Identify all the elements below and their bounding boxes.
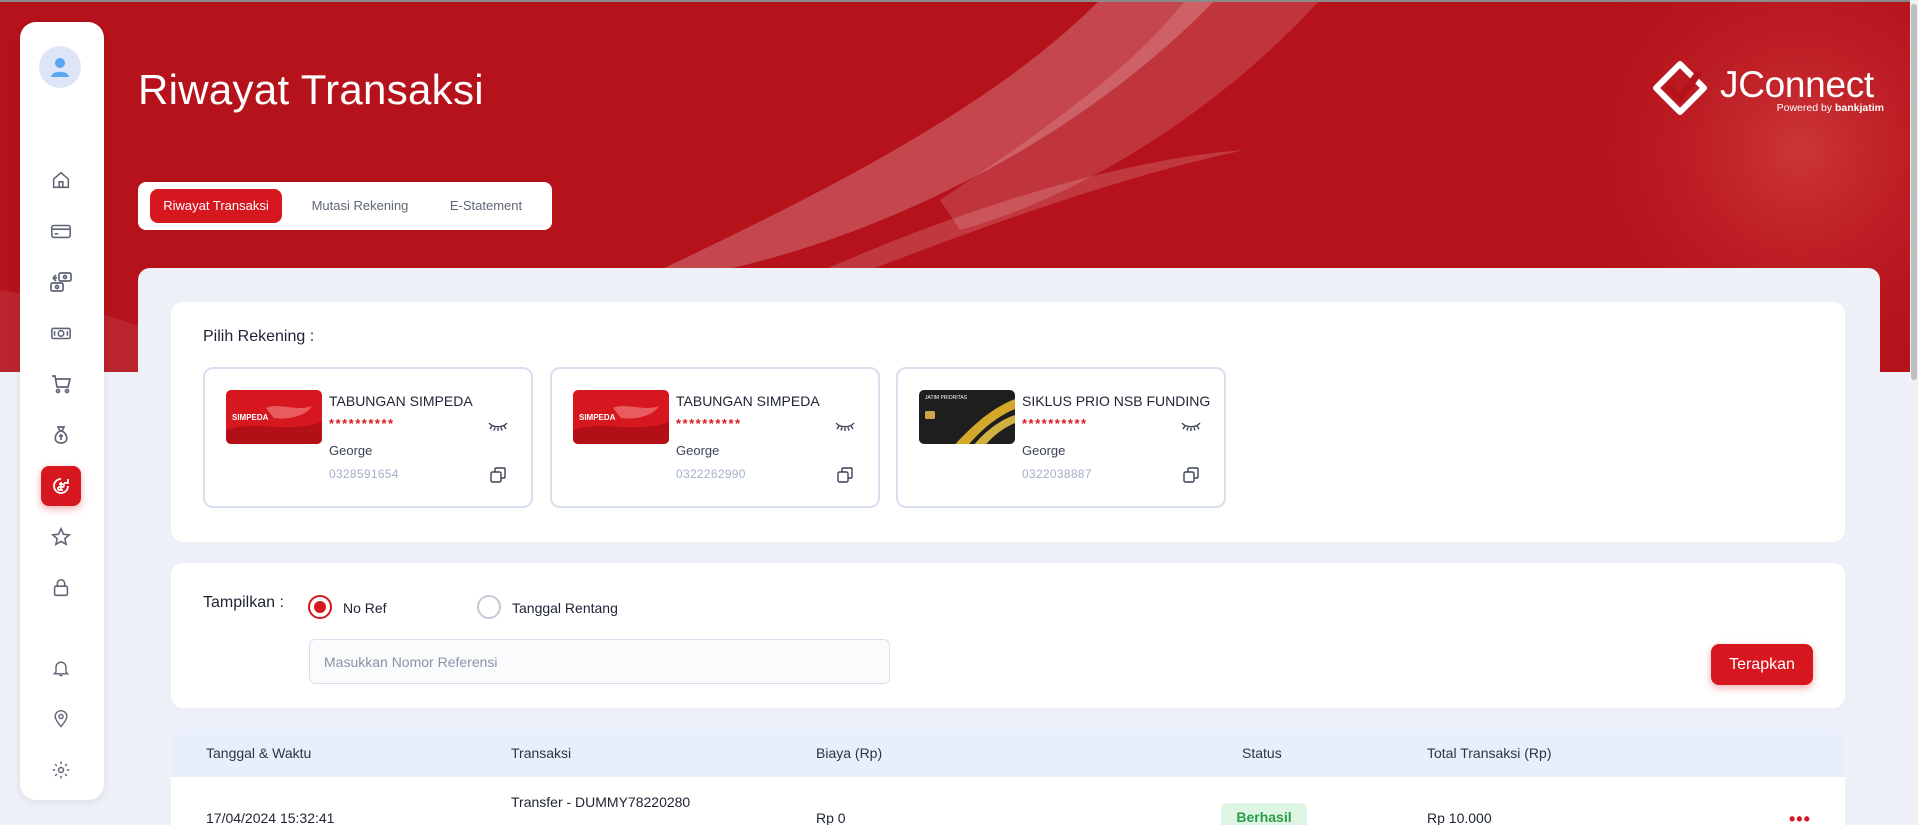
- account-balance-masked: **********: [676, 416, 742, 431]
- jconnect-logo-icon: [1653, 61, 1707, 115]
- tab-mutasi-rekening[interactable]: Mutasi Rekening: [294, 189, 426, 223]
- radio-no-ref-label[interactable]: No Ref: [343, 600, 387, 616]
- simpeda-card-image: SIMPEDA: [226, 390, 322, 444]
- column-header-fee: Biaya (Rp): [816, 745, 883, 761]
- table-header: Tanggal & Waktu Transaksi Biaya (Rp) Sta…: [171, 729, 1845, 777]
- card-icon: [51, 224, 71, 239]
- home-icon: [52, 171, 70, 189]
- account-balance-masked: **********: [329, 416, 395, 431]
- radio-tanggal-rentang-label[interactable]: Tanggal Rentang: [512, 600, 618, 616]
- transfer-icon: [50, 272, 72, 292]
- bell-icon: [52, 661, 70, 677]
- account-balance-masked: **********: [1022, 416, 1088, 431]
- sidebar-item-security[interactable]: [41, 568, 81, 608]
- account-owner: George: [676, 443, 720, 458]
- column-header-status: Status: [1242, 745, 1282, 761]
- sidebar: [20, 22, 104, 800]
- cart-icon: [52, 375, 72, 394]
- column-header-datetime: Tanggal & Waktu: [206, 745, 312, 761]
- account-name: TABUNGAN SIMPEDA: [676, 393, 820, 409]
- sidebar-item-card[interactable]: [41, 211, 81, 251]
- avatar[interactable]: [39, 46, 81, 88]
- brand-name: JConnect: [1720, 64, 1874, 105]
- account-name: SIKLUS PRIO NSB FUNDING: [1022, 393, 1211, 409]
- cash-icon: [51, 327, 71, 340]
- radio-tanggal-rentang[interactable]: [477, 595, 501, 619]
- money-bag-icon: [54, 426, 68, 444]
- gear-icon: [52, 761, 70, 779]
- page-title: Riwayat Transaksi: [138, 66, 484, 113]
- card-brand-text: SIMPEDA: [232, 413, 269, 422]
- account-card[interactable]: SIMPEDA TABUNGAN SIMPEDA ********** Geor…: [203, 367, 533, 508]
- sidebar-item-notification[interactable]: [41, 648, 81, 688]
- card-brand-text: JATIM PRIORITAS: [925, 395, 968, 401]
- row-transaction: Transfer - DUMMY78220280: [511, 794, 691, 810]
- transaction-table: Tanggal & Waktu Transaksi Biaya (Rp) Sta…: [171, 729, 1845, 825]
- radio-no-ref[interactable]: [308, 595, 332, 619]
- card-brand-text: SIMPEDA: [579, 413, 616, 422]
- eye-closed-icon[interactable]: [1180, 417, 1202, 433]
- user-icon: [51, 58, 69, 77]
- brand-powered-by: Powered by bankjatim: [1776, 102, 1884, 114]
- sidebar-item-logout[interactable]: [41, 797, 81, 800]
- sidebar-item-cart[interactable]: [41, 364, 81, 404]
- sidebar-item-cash[interactable]: [41, 313, 81, 353]
- account-selector-label: Pilih Rekening :: [203, 328, 315, 345]
- sidebar-item-home[interactable]: [41, 160, 81, 200]
- tab-bar: Riwayat Transaksi Mutasi Rekening E-Stat…: [138, 182, 552, 230]
- prioritas-card-image: JATIM PRIORITAS: [919, 390, 1015, 444]
- filter-section: [171, 563, 1845, 708]
- row-total: Rp 10.000: [1427, 810, 1492, 825]
- transaction-history-icon: [53, 478, 69, 494]
- jconnect-logo: JConnect Powered by bankjatim: [1652, 60, 1884, 120]
- sidebar-item-location[interactable]: [41, 699, 81, 739]
- account-number: 0322262990: [676, 467, 746, 481]
- sidebar-item-savings[interactable]: [41, 415, 81, 455]
- star-icon: [50, 526, 72, 546]
- account-name: TABUNGAN SIMPEDA: [329, 393, 473, 409]
- lock-icon: [53, 578, 69, 597]
- account-card[interactable]: JATIM PRIORITAS SIKLUS PRIO NSB FUNDING …: [896, 367, 1226, 508]
- account-number: 0328591654: [329, 467, 399, 481]
- top-border: [0, 0, 1918, 2]
- tab-riwayat-transaksi[interactable]: Riwayat Transaksi: [150, 189, 282, 223]
- copy-icon[interactable]: [1182, 466, 1200, 484]
- sidebar-item-transfer[interactable]: [41, 262, 81, 302]
- copy-icon[interactable]: [836, 466, 854, 484]
- account-number: 0322038887: [1022, 467, 1092, 481]
- column-header-total: Total Transaksi (Rp): [1427, 745, 1552, 761]
- account-card[interactable]: SIMPEDA TABUNGAN SIMPEDA ********** Geor…: [550, 367, 880, 508]
- eye-closed-icon[interactable]: [834, 417, 856, 433]
- reference-number-input[interactable]: [309, 639, 890, 684]
- status-badge: Berhasil: [1221, 803, 1307, 825]
- tab-e-statement[interactable]: E-Statement: [430, 189, 542, 223]
- page-scrollbar-thumb[interactable]: [1911, 4, 1917, 380]
- account-owner: George: [329, 443, 373, 458]
- sidebar-item-favorite[interactable]: [41, 517, 81, 557]
- sidebar-item-settings[interactable]: [41, 750, 81, 790]
- row-more-options-icon[interactable]: •••: [1789, 809, 1811, 825]
- account-owner: George: [1022, 443, 1066, 458]
- row-fee: Rp 0: [816, 810, 846, 825]
- row-datetime: 17/04/2024 15:32:41: [206, 810, 335, 825]
- apply-button[interactable]: Terapkan: [1711, 644, 1813, 685]
- location-icon: [54, 709, 68, 728]
- simpeda-card-image: SIMPEDA: [573, 390, 669, 444]
- copy-icon[interactable]: [489, 466, 507, 484]
- sidebar-item-transaction-history[interactable]: [41, 466, 81, 506]
- column-header-transaction: Transaksi: [511, 745, 572, 761]
- filter-label: Tampilkan :: [203, 594, 284, 611]
- eye-closed-icon[interactable]: [487, 417, 509, 433]
